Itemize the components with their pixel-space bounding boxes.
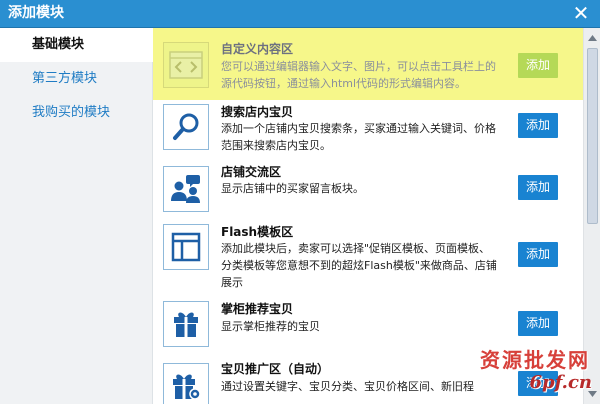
- module-category-sidebar: 基础模块 第三方模块 我购买的模块: [0, 28, 153, 404]
- module-description: 显示掌柜推荐的宝贝: [221, 320, 320, 333]
- add-promotion-button[interactable]: 添加: [518, 371, 558, 396]
- magnifier-icon: [163, 104, 209, 150]
- module-title: 自定义内容区: [221, 42, 294, 56]
- module-title: 店铺交流区: [221, 165, 282, 179]
- module-list-scrollbar[interactable]: [583, 28, 600, 404]
- module-description: 添加此模块后，卖家可以选择"促销区模板、页面模板、分类模板等您意想不到的超炫Fl…: [221, 242, 497, 289]
- dialog-titlebar: 添加模块 ✕: [0, 0, 600, 28]
- list-item: 自定义内容区 您可以通过编辑器输入文字、图片，可以点击工具栏上的源代码按钮，通过…: [153, 28, 583, 100]
- code-icon: [163, 42, 209, 88]
- module-title: 宝贝推广区（自动）: [221, 362, 330, 376]
- close-icon[interactable]: ✕: [572, 3, 590, 23]
- sidebar-item-third-party-modules[interactable]: 第三方模块: [0, 62, 152, 96]
- list-item: 掌柜推荐宝贝 显示掌柜推荐的宝贝 添加: [153, 298, 583, 358]
- list-item: Flash模板区 添加此模块后，卖家可以选择"促销区模板、页面模板、分类模板等您…: [153, 218, 583, 298]
- add-flash-template-button[interactable]: 添加: [518, 242, 558, 267]
- add-module-dialog: 添加模块 ✕ 基础模块 第三方模块 我购买的模块 自定义内容区 您可以通过编辑器…: [0, 0, 600, 404]
- add-custom-content-button[interactable]: 添加: [518, 53, 558, 78]
- add-shop-communication-button[interactable]: 添加: [518, 175, 558, 200]
- add-search-button[interactable]: 添加: [518, 113, 558, 138]
- scroll-up-icon[interactable]: [584, 30, 600, 46]
- list-item: 搜索店内宝贝 添加一个店铺内宝贝搜索条，买家通过输入关键词、价格范围来搜索店内宝…: [153, 100, 583, 158]
- module-description: 显示店铺中的买家留言板块。: [221, 182, 364, 195]
- dialog-title: 添加模块: [8, 5, 64, 21]
- sidebar-item-basic-modules[interactable]: 基础模块: [0, 28, 153, 62]
- add-recommendation-button[interactable]: 添加: [518, 311, 558, 336]
- module-title: 掌柜推荐宝贝: [221, 302, 294, 316]
- gift-icon: [163, 301, 209, 347]
- module-description: 您可以通过编辑器输入文字、图片，可以点击工具栏上的源代码按钮，通过输入html代…: [221, 60, 496, 90]
- list-item: 宝贝推广区（自动） 通过设置关键字、宝贝分类、宝贝价格区间、新旧程 添加: [153, 358, 583, 404]
- sidebar-item-purchased-modules[interactable]: 我购买的模块: [0, 96, 152, 130]
- module-title: Flash模板区: [221, 225, 294, 239]
- people-chat-icon: [163, 166, 209, 212]
- layout-icon: [163, 224, 209, 270]
- module-list: 自定义内容区 您可以通过编辑器输入文字、图片，可以点击工具栏上的源代码按钮，通过…: [153, 28, 583, 404]
- module-description: 通过设置关键字、宝贝分类、宝贝价格区间、新旧程: [221, 380, 474, 393]
- module-title: 搜索店内宝贝: [221, 105, 294, 119]
- gift-gear-icon: [163, 363, 209, 404]
- scroll-down-icon[interactable]: [584, 386, 600, 402]
- module-description: 添加一个店铺内宝贝搜索条，买家通过输入关键词、价格范围来搜索店内宝贝。: [221, 122, 496, 152]
- list-item: 店铺交流区 显示店铺中的买家留言板块。 添加: [153, 158, 583, 218]
- scroll-thumb[interactable]: [587, 48, 598, 224]
